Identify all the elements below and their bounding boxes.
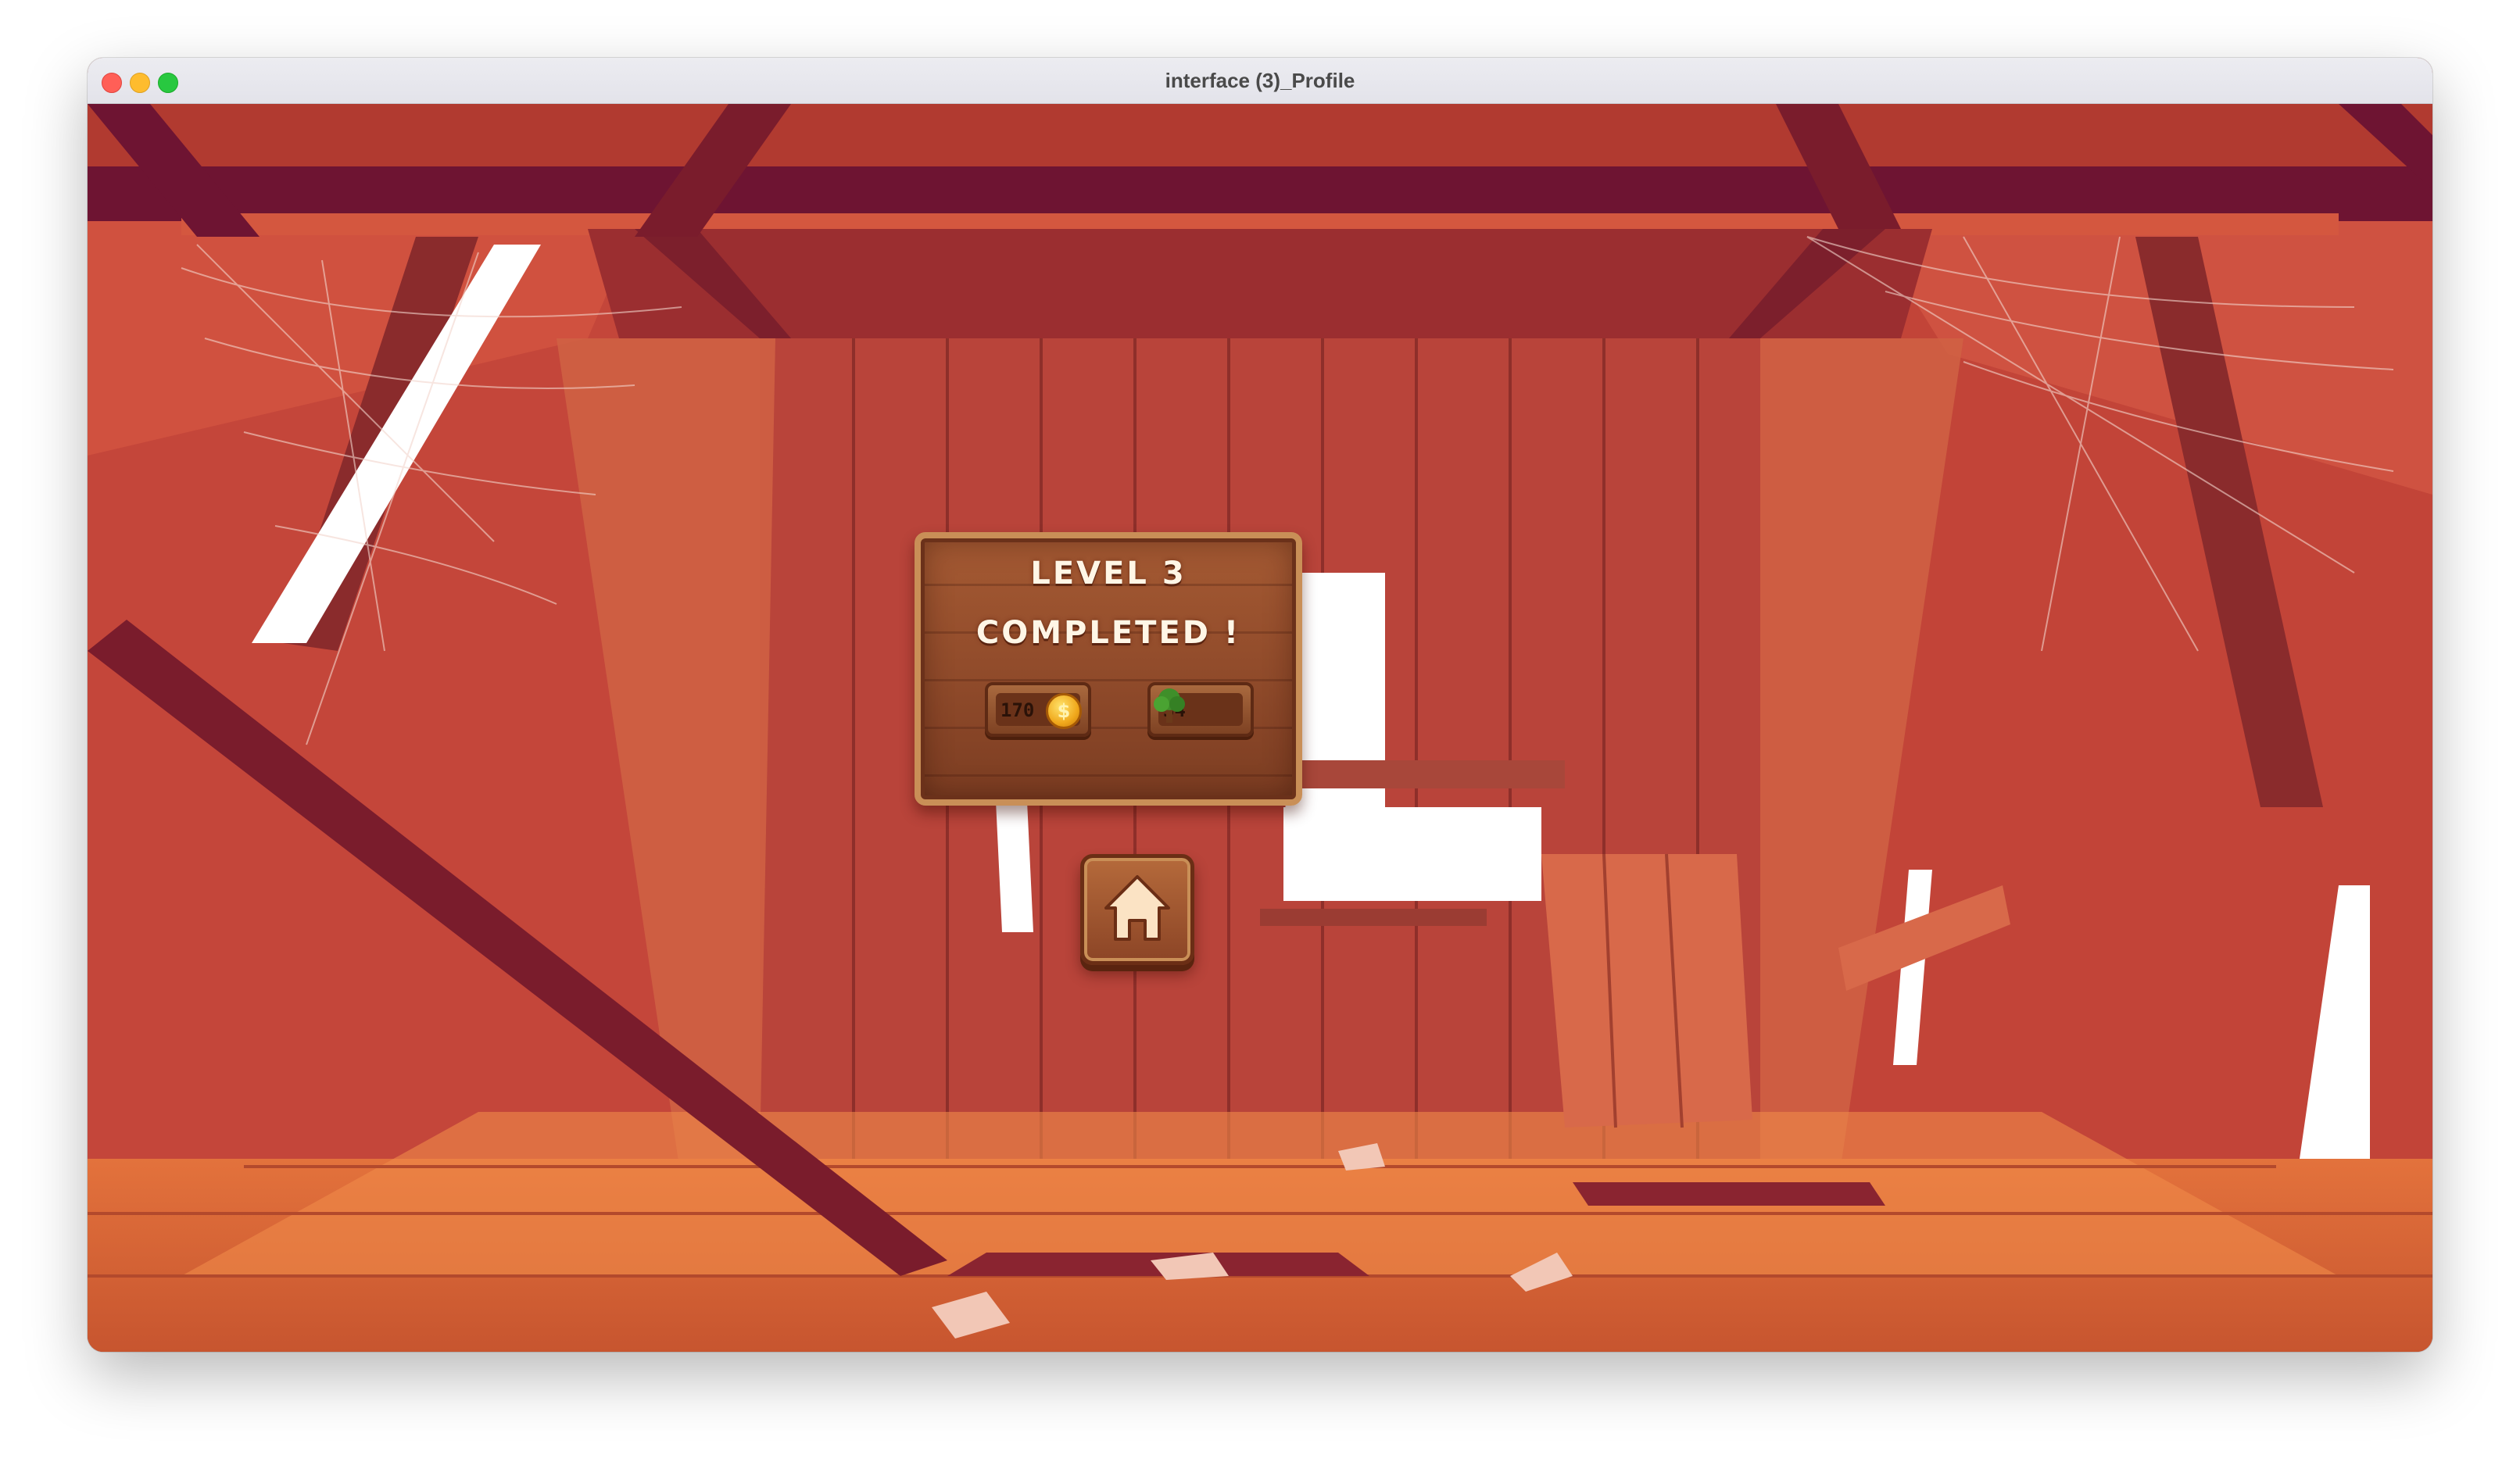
- coin-symbol: $: [1057, 700, 1071, 722]
- coin-icon: $: [1046, 693, 1082, 729]
- window-title: interface (3)_Profile: [1165, 69, 1355, 92]
- coin-counter: 170 $: [985, 682, 1091, 737]
- title-bar: interface (3)_Profile: [88, 58, 2432, 104]
- coin-count: 170: [1000, 699, 1035, 721]
- level-title: LEVEL 3: [1030, 556, 1187, 592]
- level-complete-board: LEVEL 3 COMPLETED ! 170 $ 34: [915, 532, 1302, 806]
- tree-counter: 34: [1147, 682, 1254, 737]
- app-window: interface (3)_Profile LEVEL 3 COMPLETED …: [88, 58, 2432, 1352]
- completed-title: COMPLETED !: [975, 615, 1241, 651]
- home-icon: [1104, 875, 1170, 941]
- home-button[interactable]: [1080, 854, 1194, 965]
- tree-icon: [1154, 688, 1185, 723]
- game-scene: LEVEL 3 COMPLETED ! 170 $ 34: [88, 104, 2432, 1352]
